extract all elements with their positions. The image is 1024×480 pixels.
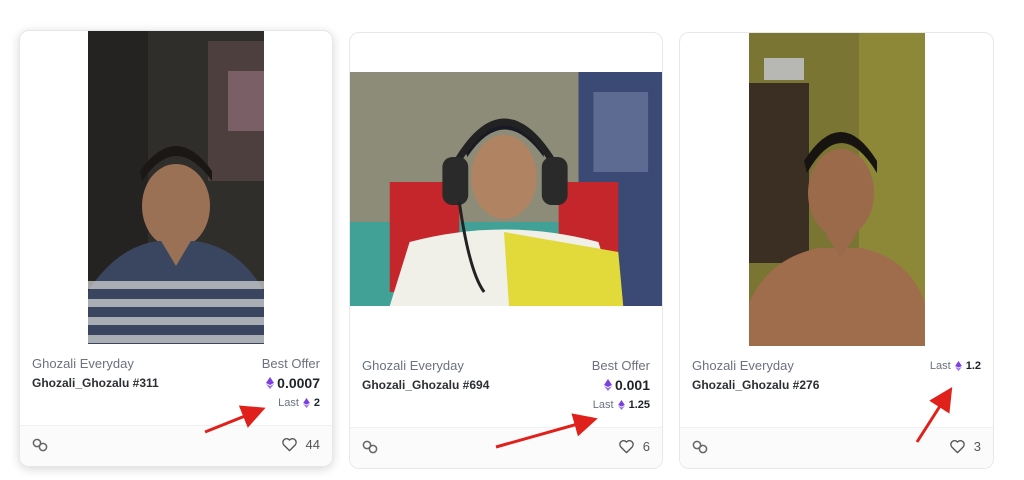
last-sale-value: 1.25 [628,399,650,411]
card-footer: 3 [680,427,993,468]
nft-card-311[interactable]: Ghozali Everyday Ghozali_Ghozalu #311 Be… [19,30,333,467]
last-sale-label: Last [929,360,951,372]
best-offer-value: 0.001 [614,377,650,393]
last-sale-label: Last [278,397,299,409]
ethereum-icon [303,398,310,408]
last-sale-value: 2 [313,397,320,409]
heart-outline-icon[interactable] [949,439,966,454]
last-sale: Last 2 [278,397,320,409]
nft-card-694[interactable]: Ghozali Everyday Ghozali_Ghozalu #694 Be… [349,32,663,469]
nft-photo[interactable] [748,33,925,346]
nft-image-container[interactable] [350,72,662,306]
nft-image-container[interactable] [680,33,993,346]
nft-card-276[interactable]: Ghozali Everyday Ghozali_Ghozalu #276 La… [679,32,994,469]
best-offer-price: 0.0007 [266,375,320,391]
like-count: 44 [305,437,320,452]
card-footer: 6 [350,427,662,468]
best-offer-value: 0.0007 [277,375,320,391]
nft-image-container[interactable] [20,31,332,344]
best-offer-label: Best Offer [591,358,650,373]
nft-name[interactable]: Ghozali_Ghozalu #311 [32,376,159,390]
nft-photo[interactable] [88,31,264,344]
collection-name[interactable]: Ghozali Everyday [692,358,794,373]
ethereum-icon [603,379,612,391]
ethereum-icon [954,361,962,371]
best-offer-label: Best Offer [261,356,320,371]
chain-link-icon[interactable] [32,438,48,452]
nft-info: Ghozali Everyday Ghozali_Ghozalu #694 Be… [350,358,662,428]
last-sale-value: 1.2 [965,360,981,372]
last-sale-label: Last [592,399,614,411]
nft-info: Ghozali Everyday Ghozali_Ghozalu #276 La… [680,358,993,428]
nft-name[interactable]: Ghozali_Ghozalu #694 [362,378,489,392]
chain-link-icon[interactable] [692,440,708,454]
card-footer: 44 [20,425,332,466]
heart-outline-icon[interactable] [618,439,635,454]
like-button[interactable]: 3 [949,439,981,454]
heart-outline-icon[interactable] [281,437,298,452]
ethereum-icon [617,400,625,410]
chain-link-icon[interactable] [362,440,378,454]
collection-name[interactable]: Ghozali Everyday [32,356,134,371]
collection-name[interactable]: Ghozali Everyday [362,358,464,373]
like-button[interactable]: 6 [618,439,650,454]
like-count: 6 [642,439,650,454]
nft-name[interactable]: Ghozali_Ghozalu #276 [692,378,819,392]
like-button[interactable]: 44 [281,437,320,452]
last-sale: Last 1.25 [593,399,650,411]
best-offer-price: 0.001 [603,377,650,393]
nft-info: Ghozali Everyday Ghozali_Ghozalu #311 Be… [20,356,332,426]
ethereum-icon [266,377,275,389]
last-sale: Last 1.2 [930,360,981,372]
like-count: 3 [973,439,981,454]
nft-photo[interactable] [350,72,662,306]
